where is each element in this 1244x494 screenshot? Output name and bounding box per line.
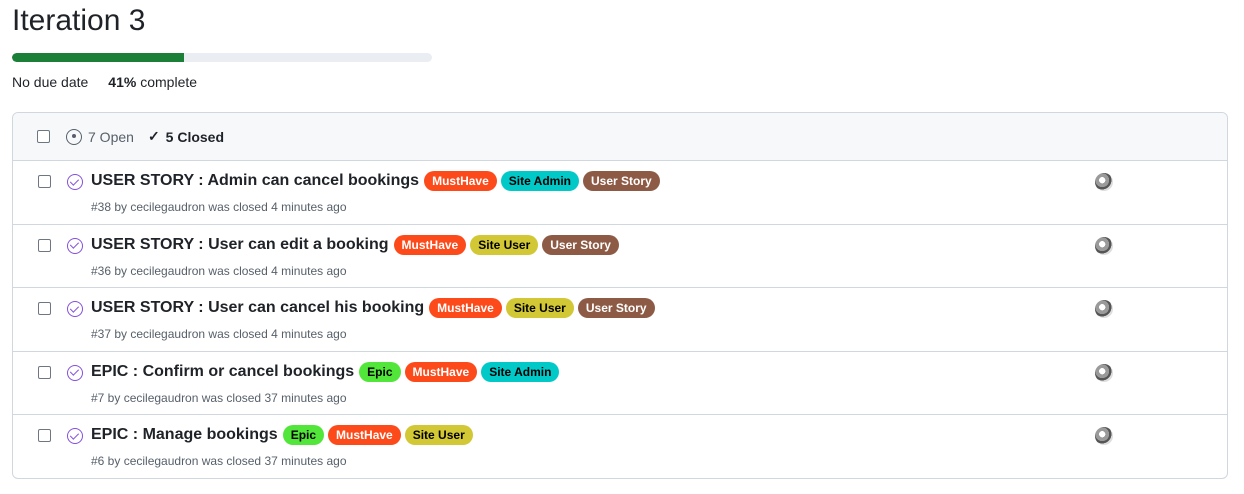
- issue-label[interactable]: Site Admin: [500, 171, 579, 191]
- select-all-checkbox[interactable]: [37, 130, 50, 143]
- issue-checkbox[interactable]: [38, 175, 51, 188]
- issue-meta: #36 by cecilegaudron was closed 4 minute…: [91, 263, 347, 278]
- issue-title-link[interactable]: EPIC : Manage bookings: [91, 426, 278, 444]
- completion-percent: 41%: [108, 74, 137, 90]
- issue-row: USER STORY : User can cancel his booking…: [13, 288, 1227, 352]
- issue-label[interactable]: Site Admin: [481, 361, 560, 382]
- issue-title-link[interactable]: USER STORY : User can cancel his booking: [91, 299, 424, 317]
- issue-label[interactable]: MustHave: [393, 234, 467, 255]
- issue-label[interactable]: MustHave: [404, 361, 478, 382]
- issue-title-link[interactable]: USER STORY : Admin can cancel bookings: [91, 172, 419, 190]
- issue-title-line: USER STORY : Admin can cancel bookings Mu…: [91, 171, 660, 191]
- due-date: No due date: [12, 74, 89, 90]
- assignee-avatar[interactable]: [1095, 236, 1113, 255]
- issue-row: USER STORY : Admin can cancel bookings Mu…: [13, 161, 1227, 225]
- issue-checkbox[interactable]: [38, 302, 51, 315]
- issue-meta: #38 by cecilegaudron was closed 4 minute…: [91, 200, 347, 214]
- issue-checkbox[interactable]: [38, 429, 51, 442]
- assignee-avatar[interactable]: [1095, 173, 1113, 191]
- issue-closed-icon: [67, 174, 83, 190]
- open-issues-filter[interactable]: 7 Open: [66, 128, 134, 145]
- issues-list-header: 7 Open ✓ 5 Closed: [13, 113, 1227, 161]
- issue-label[interactable]: MustHave: [429, 298, 502, 318]
- assignee-avatar[interactable]: [1095, 300, 1113, 318]
- issue-label[interactable]: Epic: [282, 425, 325, 445]
- issue-closed-icon: [67, 237, 83, 254]
- issue-label[interactable]: User Story: [542, 234, 619, 255]
- issue-row: USER STORY : User can edit a booking Must…: [13, 225, 1227, 288]
- issues-list: 7 Open ✓ 5 Closed USER STORY : Admin can…: [12, 112, 1228, 479]
- issue-title-link[interactable]: EPIC : Confirm or cancel bookings: [91, 363, 354, 381]
- issue-open-icon: [66, 128, 82, 145]
- milestone-title: Iteration 3: [12, 4, 146, 37]
- issue-label[interactable]: MustHave: [328, 425, 401, 445]
- issue-label[interactable]: User Story: [583, 171, 660, 191]
- issue-label[interactable]: Site User: [470, 234, 539, 255]
- completion: 41% complete: [108, 74, 197, 90]
- issue-title-line: USER STORY : User can edit a booking Must…: [91, 234, 619, 255]
- issue-closed-icon: [67, 364, 83, 381]
- issue-meta: #7 by cecilegaudron was closed 37 minute…: [91, 390, 347, 405]
- issue-meta: #6 by cecilegaudron was closed 37 minute…: [91, 454, 347, 468]
- issue-label[interactable]: User Story: [577, 298, 655, 318]
- issue-meta: #37 by cecilegaudron was closed 4 minute…: [91, 327, 347, 341]
- issue-closed-icon: [67, 428, 83, 444]
- issues-rows: USER STORY : Admin can cancel bookings Mu…: [13, 161, 1227, 478]
- open-issues-label: 7 Open: [88, 128, 134, 145]
- issue-label[interactable]: Site User: [404, 425, 473, 445]
- issue-row: EPIC : Manage bookings Epic MustHave Site U…: [13, 415, 1227, 478]
- issue-title-line: EPIC : Confirm or cancel bookings Epic Mus…: [91, 361, 560, 382]
- completion-suffix: complete: [140, 74, 198, 90]
- issue-label[interactable]: Epic: [359, 361, 401, 382]
- issue-row: EPIC : Confirm or cancel bookings Epic Mus…: [13, 352, 1227, 415]
- milestone-meta: No due date 41% complete: [12, 74, 197, 90]
- check-icon: ✓: [147, 128, 160, 144]
- assignee-avatar[interactable]: [1095, 363, 1113, 382]
- issue-label[interactable]: MustHave: [424, 171, 497, 191]
- issue-closed-icon: [67, 301, 83, 317]
- issue-title-line: EPIC : Manage bookings Epic MustHave Site U…: [91, 425, 473, 445]
- closed-issues-filter[interactable]: ✓ 5 Closed: [148, 128, 224, 145]
- assignee-avatar[interactable]: [1095, 427, 1113, 445]
- milestone-progress-fill: [12, 53, 185, 62]
- issue-title-link[interactable]: USER STORY : User can edit a booking: [91, 236, 389, 254]
- issue-checkbox[interactable]: [38, 238, 51, 252]
- closed-issues-label: 5 Closed: [165, 128, 225, 145]
- issue-checkbox[interactable]: [38, 365, 51, 379]
- issue-title-line: USER STORY : User can cancel his booking…: [91, 298, 655, 318]
- milestone-progress-bar: [12, 53, 432, 62]
- issue-label[interactable]: Site User: [505, 298, 574, 318]
